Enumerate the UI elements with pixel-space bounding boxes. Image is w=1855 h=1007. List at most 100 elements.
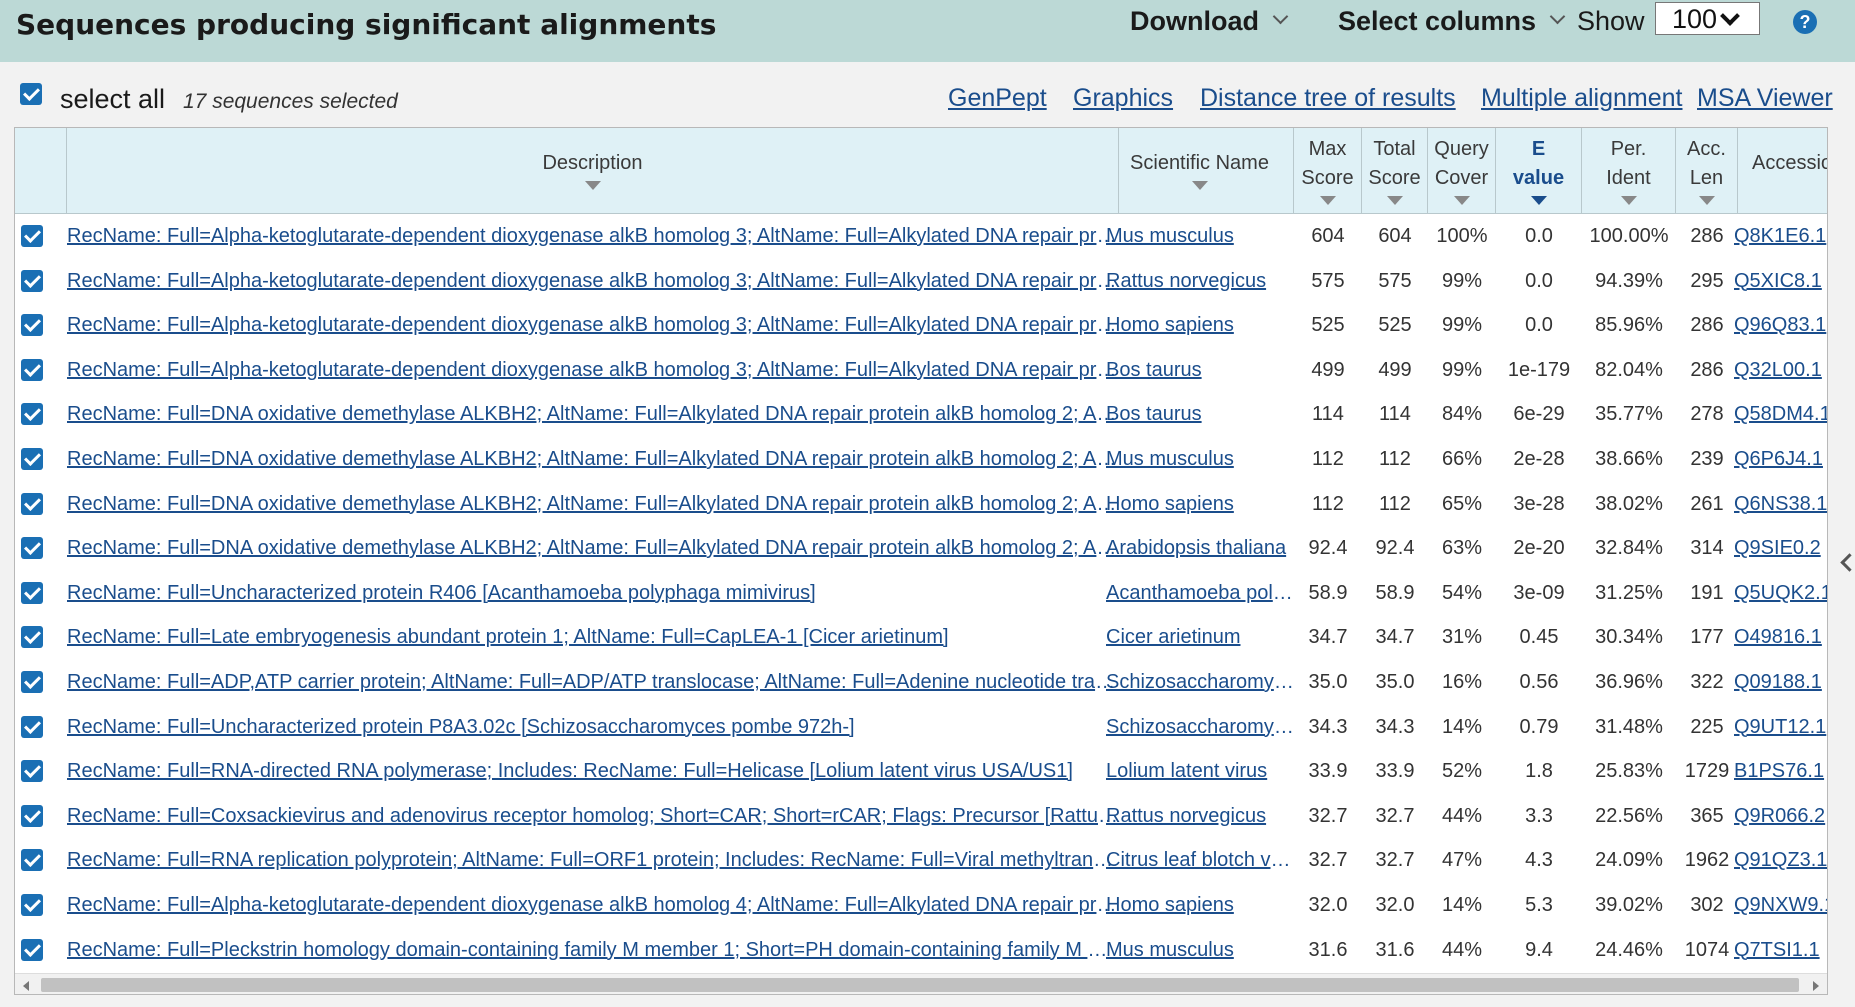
row-checkbox[interactable] (21, 314, 43, 337)
scientific-name-link[interactable]: Homo sapiens (1106, 883, 1294, 927)
description-link[interactable]: RecName: Full=RNA replication polyprotei… (67, 838, 1119, 882)
multiple-alignment-link[interactable]: Multiple alignment (1481, 84, 1683, 113)
sort-icon[interactable] (1319, 196, 1336, 205)
accession-link[interactable]: Q6P6J4.1 (1724, 437, 1827, 481)
accession-link[interactable]: Q09188.1 (1724, 660, 1827, 704)
download-menu[interactable]: Download (1130, 6, 1289, 37)
accession-link[interactable]: Q8K1E6.1 (1724, 214, 1827, 258)
description-link[interactable]: RecName: Full=Alpha-ketoglutarate-depend… (67, 303, 1119, 347)
accession-link[interactable]: Q9NXW9.1 (1724, 883, 1827, 927)
row-checkbox[interactable] (21, 715, 43, 738)
row-checkbox[interactable] (21, 938, 43, 961)
sort-icon[interactable] (1453, 196, 1470, 205)
row-checkbox[interactable] (21, 849, 43, 872)
row-checkbox[interactable] (21, 760, 43, 783)
scientific-name-link[interactable]: Rattus norvegicus (1106, 794, 1294, 838)
accession-link[interactable]: Q5XIC8.1 (1724, 259, 1827, 303)
column-evalue[interactable]: E value (1496, 128, 1582, 213)
row-checkbox[interactable] (21, 225, 43, 247)
scientific-name-link[interactable]: Lolium latent virus (1106, 749, 1294, 793)
description-link[interactable]: RecName: Full=DNA oxidative demethylase … (67, 437, 1119, 481)
accession-link[interactable]: Q9R066.2 (1724, 794, 1827, 838)
show-count-select[interactable]: 100 (1655, 2, 1760, 35)
description-link[interactable]: RecName: Full=Uncharacterized protein R4… (67, 571, 1119, 615)
description-link[interactable]: RecName: Full=DNA oxidative demethylase … (67, 392, 1119, 436)
accession-link[interactable]: Q9SIE0.2 (1724, 526, 1827, 570)
row-checkbox[interactable] (21, 894, 43, 916)
accession-link[interactable]: Q58DM4.1 (1724, 392, 1827, 436)
description-link[interactable]: RecName: Full=Alpha-ketoglutarate-depend… (67, 214, 1119, 258)
accession-link[interactable]: Q5UQK2.1 (1724, 571, 1827, 615)
column-query-cover[interactable]: Query Cover (1428, 128, 1496, 213)
accession-link[interactable]: Q32L00.1 (1724, 348, 1827, 392)
description-link[interactable]: RecName: Full=Coxsackievirus and adenovi… (67, 794, 1119, 838)
sort-icon[interactable] (1620, 196, 1637, 205)
horizontal-scrollbar[interactable] (15, 973, 1827, 994)
description-link[interactable]: RecName: Full=Pleckstrin homology domain… (67, 928, 1119, 972)
scientific-name-link[interactable]: Homo sapiens (1106, 303, 1294, 347)
row-checkbox[interactable] (21, 626, 43, 649)
scientific-name-link[interactable]: Mus musculus (1106, 214, 1294, 258)
scientific-name-link[interactable]: Rattus norvegicus (1106, 259, 1294, 303)
column-total-score[interactable]: Total Score (1362, 128, 1428, 213)
row-checkbox[interactable] (21, 448, 43, 470)
description-link[interactable]: RecName: Full=Alpha-ketoglutarate-depend… (67, 348, 1119, 392)
scientific-name-link[interactable]: Mus musculus (1106, 928, 1294, 972)
scientific-name-link[interactable]: Arabidopsis thaliana (1106, 526, 1294, 570)
scrollbar-thumb[interactable] (41, 978, 1799, 992)
scientific-name-link[interactable]: Bos taurus (1106, 348, 1294, 392)
accession-link[interactable]: Q91QZ3.1 (1724, 838, 1827, 882)
accession-link[interactable]: O49816.1 (1724, 615, 1827, 659)
description-link[interactable]: RecName: Full=Uncharacterized protein P8… (67, 705, 1119, 749)
column-accession[interactable]: Accession (1738, 128, 1827, 213)
scientific-name-link[interactable]: Schizosaccharomyces pombe (1106, 660, 1294, 704)
distance-tree-link[interactable]: Distance tree of results (1200, 84, 1456, 113)
accession-link[interactable]: Q6NS38.1 (1724, 482, 1827, 526)
description-link[interactable]: RecName: Full=Late embryogenesis abundan… (67, 615, 1119, 659)
select-all-checkbox[interactable] (20, 83, 42, 105)
row-checkbox[interactable] (21, 537, 43, 560)
column-max-score[interactable]: Max Score (1294, 128, 1362, 213)
description-link[interactable]: RecName: Full=Alpha-ketoglutarate-depend… (67, 259, 1119, 303)
scroll-left-icon[interactable] (23, 981, 29, 991)
scientific-name-link[interactable]: Cicer arietinum (1106, 615, 1294, 659)
scientific-name-link[interactable]: Citrus leaf blotch virus (1106, 838, 1294, 882)
column-description[interactable]: Description (67, 128, 1119, 213)
select-all-label[interactable]: select all (60, 84, 165, 115)
graphics-link[interactable]: Graphics (1073, 84, 1173, 113)
scroll-right-icon[interactable] (1813, 981, 1819, 991)
sort-icon[interactable] (1191, 181, 1208, 190)
select-columns-menu[interactable]: Select columns (1338, 6, 1566, 37)
scientific-name-link[interactable]: Acanthamoeba polyphaga mimivirus (1106, 571, 1294, 615)
sort-active-icon[interactable] (1530, 196, 1547, 205)
scientific-name-link[interactable]: Schizosaccharomyces pombe (1106, 705, 1294, 749)
description-link[interactable]: RecName: Full=ADP,ATP carrier protein; A… (67, 660, 1119, 704)
scientific-name-link[interactable]: Mus musculus (1106, 437, 1294, 481)
row-checkbox[interactable] (21, 269, 43, 292)
accession-link[interactable]: Q7TSI1.1 (1724, 928, 1827, 972)
msa-viewer-link[interactable]: MSA Viewer (1697, 84, 1833, 113)
sort-icon[interactable] (1386, 196, 1403, 205)
help-icon[interactable]: ? (1793, 10, 1817, 34)
row-checkbox[interactable] (21, 492, 43, 515)
description-link[interactable]: RecName: Full=RNA-directed RNA polymeras… (67, 749, 1119, 793)
row-checkbox[interactable] (21, 581, 43, 604)
accession-link[interactable]: Q9UT12.1 (1724, 705, 1827, 749)
row-checkbox[interactable] (21, 671, 43, 693)
description-link[interactable]: RecName: Full=DNA oxidative demethylase … (67, 526, 1119, 570)
row-checkbox[interactable] (21, 403, 43, 426)
sort-icon[interactable] (584, 181, 601, 190)
description-link[interactable]: RecName: Full=DNA oxidative demethylase … (67, 482, 1119, 526)
description-link[interactable]: RecName: Full=Alpha-ketoglutarate-depend… (67, 883, 1119, 927)
column-acc-len[interactable]: Acc. Len (1676, 128, 1738, 213)
row-checkbox[interactable] (21, 358, 43, 381)
column-per-ident[interactable]: Per. Ident (1582, 128, 1676, 213)
sort-icon[interactable] (1698, 196, 1715, 205)
column-scientific-name[interactable]: Scientific Name (1106, 128, 1294, 213)
genpept-link[interactable]: GenPept (948, 84, 1047, 113)
row-checkbox[interactable] (21, 804, 43, 827)
accession-link[interactable]: Q96Q83.1 (1724, 303, 1827, 347)
scientific-name-link[interactable]: Homo sapiens (1106, 482, 1294, 526)
scientific-name-link[interactable]: Bos taurus (1106, 392, 1294, 436)
accession-link[interactable]: B1PS76.1 (1724, 749, 1827, 793)
